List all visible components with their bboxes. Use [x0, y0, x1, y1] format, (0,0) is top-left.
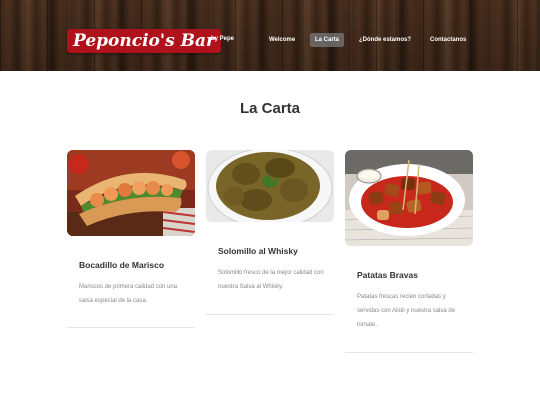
card-description: Solomillo fresco de la mejor calidad con…	[218, 270, 324, 290]
menu-card-solomillo[interactable]: Solomillo al Whisky Solomillo fresco de …	[206, 150, 334, 318]
card-divider	[67, 327, 195, 328]
page-title: La Carta	[239, 100, 301, 117]
card-description: Mariscos de primera calidad con una sals…	[79, 284, 178, 304]
card-title: Patatas Bravas	[357, 270, 418, 280]
nav-item-la-carta[interactable]: La Carta	[310, 33, 345, 47]
nav-item-contactanos[interactable]: Contactanos	[425, 33, 471, 47]
patatas-bravas-image[interactable]	[345, 150, 473, 246]
card-divider	[206, 314, 334, 315]
menu-card-bocadillo[interactable]: Bocadillo de Marisco Mariscos de primera…	[67, 150, 195, 330]
card-title: Solomillo al Whisky	[218, 246, 298, 256]
card-title: Bocadillo de Marisco	[79, 260, 165, 270]
whisky-sirloin-image[interactable]	[206, 150, 334, 222]
nav-item-donde-estamos[interactable]: ¿Dónde estamos?	[354, 33, 416, 47]
card-description: Patatas frescas recien cortadas y servid…	[357, 294, 456, 328]
nav-item-welcome[interactable]: Welcome	[264, 33, 300, 47]
card-divider	[345, 352, 473, 353]
menu-card-patatas[interactable]: Patatas Bravas Patatas frescas recien co…	[345, 150, 473, 354]
seafood-sandwich-image[interactable]	[67, 150, 195, 236]
main-nav: Welcome La Carta ¿Dónde estamos? Contact…	[0, 33, 540, 47]
site-header: Peponcio's Bar by Pepe Welcome La Carta …	[0, 0, 540, 71]
